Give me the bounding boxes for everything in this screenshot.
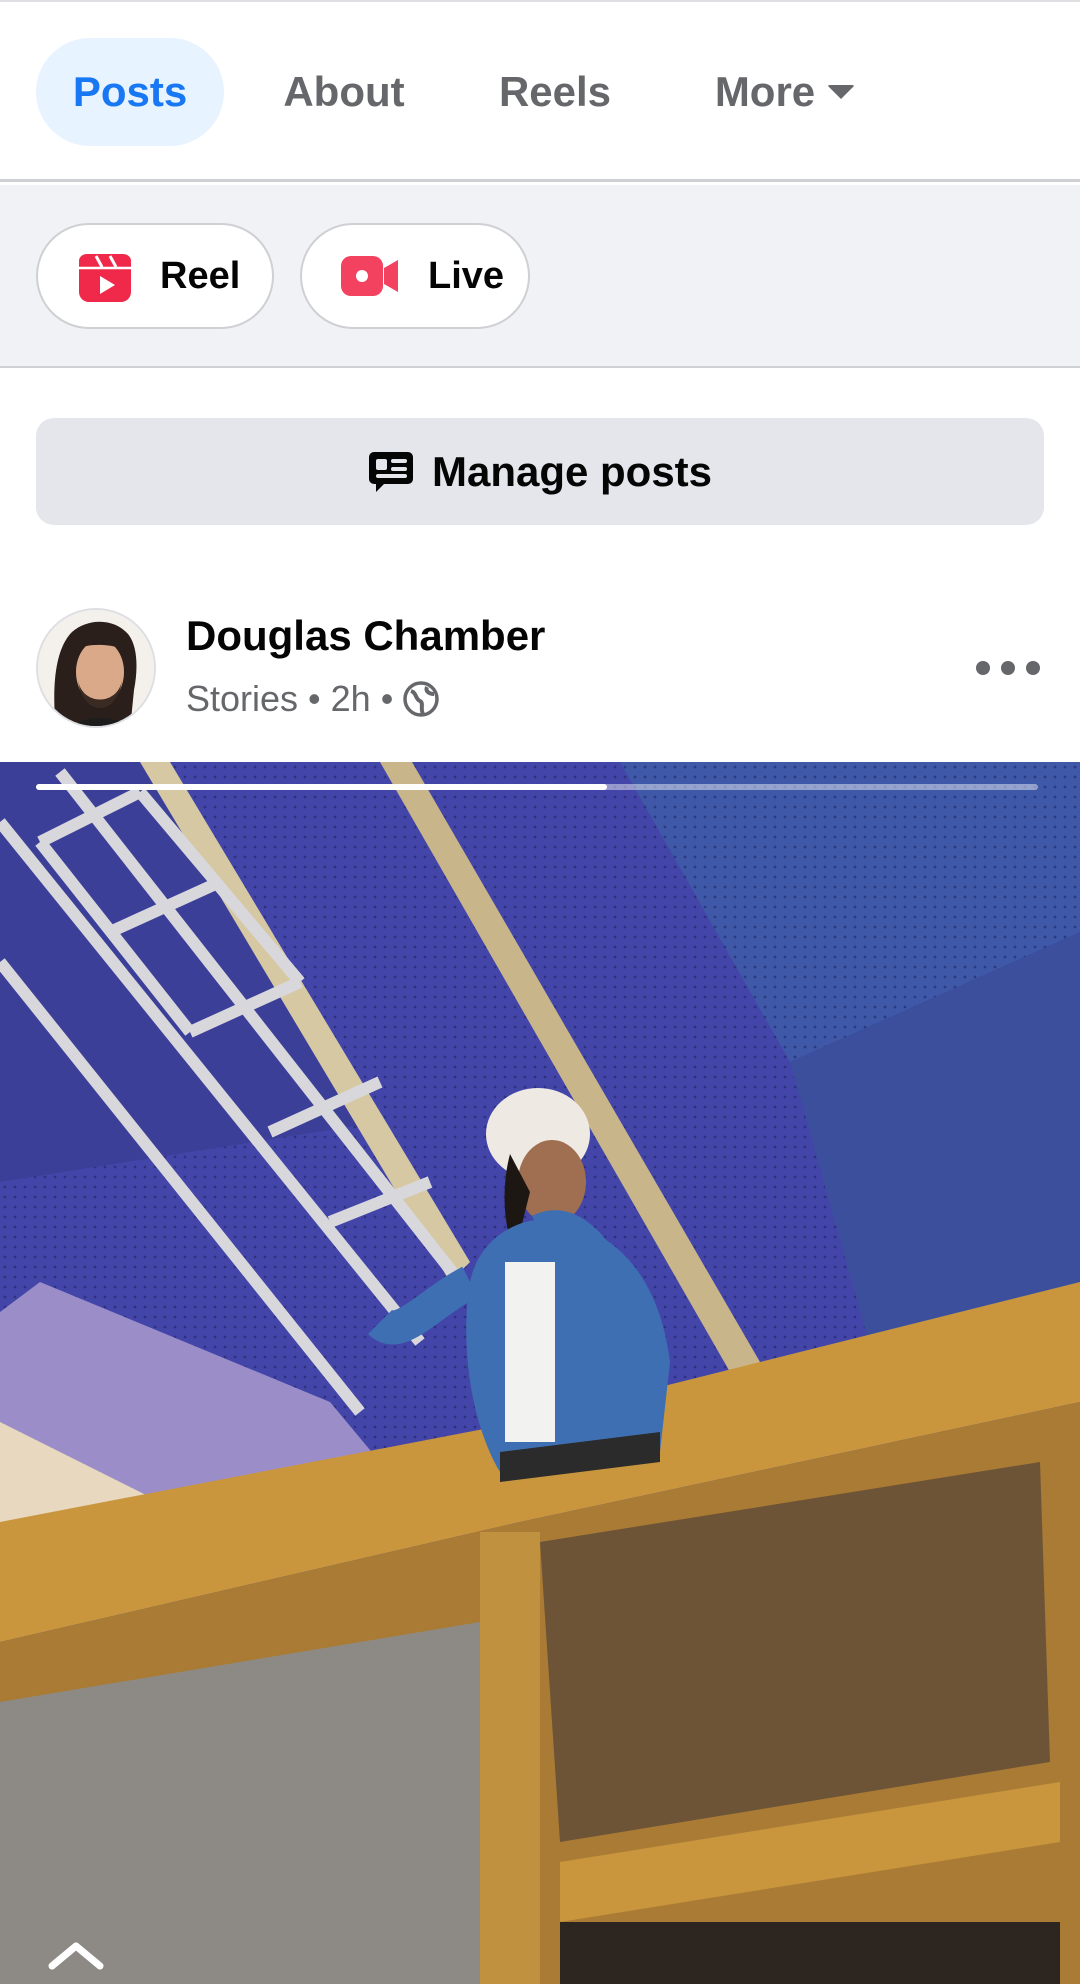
manage-posts-icon xyxy=(368,451,413,492)
live-video-icon xyxy=(341,256,398,296)
tab-reels[interactable]: Reels xyxy=(478,38,632,146)
go-live-label: Live xyxy=(428,254,505,297)
avatar-portrait xyxy=(38,610,154,726)
story-photo xyxy=(0,762,1080,1984)
post-options-icon[interactable] xyxy=(976,646,1040,690)
tab-reels-label: Reels xyxy=(498,68,612,115)
chevron-up-icon[interactable] xyxy=(46,1934,106,1974)
tab-about-label: About xyxy=(283,68,405,115)
go-live-button[interactable]: Live xyxy=(300,223,530,329)
tab-more[interactable]: More xyxy=(690,38,880,146)
meta-separator: • xyxy=(308,678,321,719)
reel-icon xyxy=(79,254,131,302)
caret-down-icon xyxy=(827,85,856,99)
create-bar: Reel Live xyxy=(0,185,1080,368)
manage-posts-label: Manage posts xyxy=(431,447,713,495)
tab-posts-label: Posts xyxy=(72,68,188,115)
manage-posts-button[interactable]: Manage posts xyxy=(36,418,1044,525)
tab-about[interactable]: About xyxy=(268,38,420,146)
story-image[interactable] xyxy=(0,762,1080,1984)
create-reel-button[interactable]: Reel xyxy=(36,223,274,329)
profile-tabs: Posts About Reels More xyxy=(0,2,1080,182)
dot xyxy=(1026,661,1040,675)
post-time[interactable]: 2h xyxy=(331,678,371,720)
dot xyxy=(976,661,990,675)
globe-icon[interactable] xyxy=(403,681,440,717)
tab-posts[interactable]: Posts xyxy=(36,38,224,146)
story-progress-track xyxy=(36,784,1038,790)
author-avatar[interactable] xyxy=(36,608,156,728)
story-progress-fill xyxy=(36,784,608,790)
post-author-name[interactable]: Douglas Chamber xyxy=(186,612,545,660)
dot xyxy=(1001,661,1015,675)
tab-more-label: More xyxy=(714,68,816,115)
post-source: Stories xyxy=(186,678,299,719)
post-meta: Stories • 2h • xyxy=(186,676,440,722)
create-reel-label: Reel xyxy=(160,254,241,297)
meta-separator: • xyxy=(380,678,394,719)
